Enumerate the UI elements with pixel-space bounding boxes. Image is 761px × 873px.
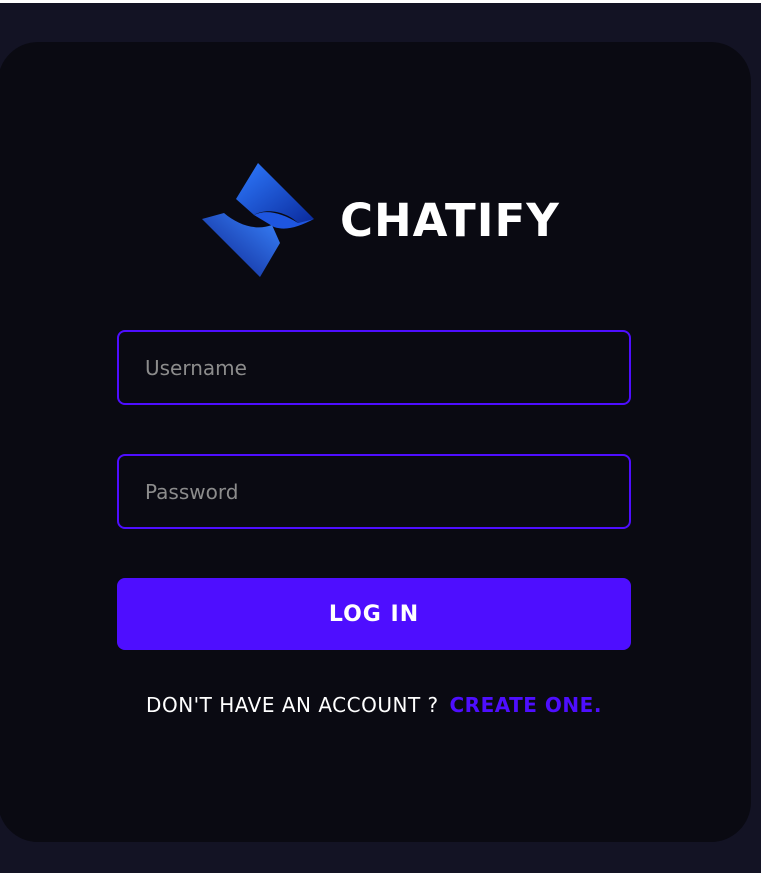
password-input[interactable] <box>117 454 631 529</box>
brand: CHATIFY <box>202 160 560 280</box>
chatify-logo-icon <box>202 163 314 277</box>
username-input[interactable] <box>117 330 631 405</box>
create-account-link[interactable]: CREATE ONE. <box>450 693 602 717</box>
signup-prompt-text: DON'T HAVE AN ACCOUNT ? <box>146 693 439 717</box>
window-top-border <box>0 0 761 3</box>
signup-prompt-row: DON'T HAVE AN ACCOUNT ? CREATE ONE. <box>117 693 631 717</box>
login-button[interactable]: LOG IN <box>117 578 631 650</box>
brand-name: CHATIFY <box>340 193 560 247</box>
